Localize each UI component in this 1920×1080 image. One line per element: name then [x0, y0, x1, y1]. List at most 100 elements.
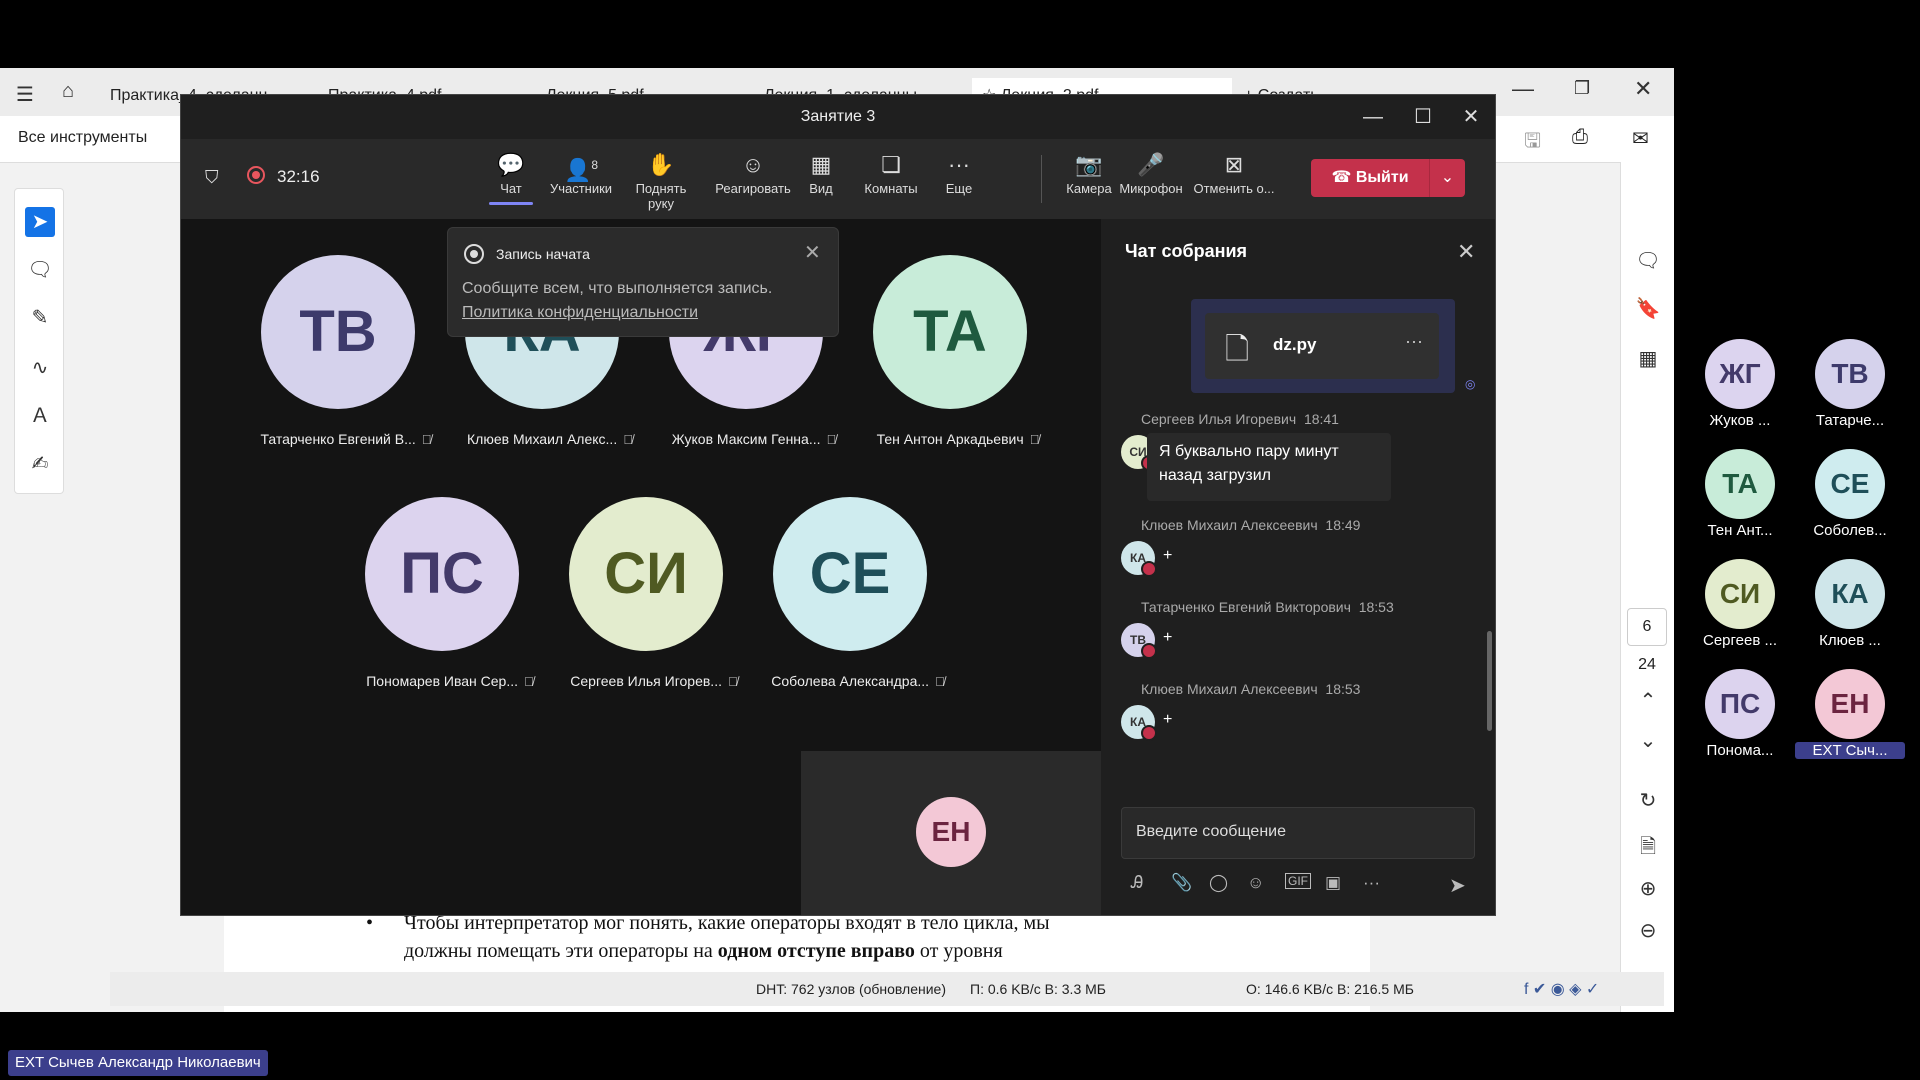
bookmark-icon[interactable]: 🔖 — [1635, 296, 1661, 321]
gallery-avatar[interactable]: ЖГ — [1705, 339, 1775, 409]
meeting-title-bar: Занятие 3 — ☐ ✕ — [181, 95, 1495, 139]
view-button[interactable]: ▦ Вид — [783, 149, 859, 196]
raise-hand-button[interactable]: ✋ Поднять руку — [623, 149, 699, 211]
mic-muted-icon: 🎙̸ — [421, 432, 432, 447]
chevron-down-icon[interactable]: ⌄ — [1430, 159, 1465, 197]
gallery-avatar[interactable]: ТВ — [1815, 339, 1885, 409]
hand-icon: ✋ — [647, 152, 675, 177]
chat-scrollbar[interactable] — [1487, 631, 1492, 731]
maximize-icon[interactable]: ☐ — [1403, 103, 1443, 131]
privacy-policy-link[interactable]: Политика конфиденциальности — [462, 304, 698, 322]
chat-icon: 💬 — [497, 152, 525, 177]
text-tool-icon[interactable]: Ａ — [25, 401, 55, 431]
loop-icon[interactable]: ◯ — [1209, 873, 1228, 893]
participant-avatar: ТА — [873, 255, 1027, 409]
gallery-avatar[interactable]: СЕ — [1815, 449, 1885, 519]
stop-sharing-button[interactable]: ⊠ Отменить о... — [1189, 149, 1279, 196]
participants-count: 8 — [591, 158, 599, 172]
hamburger-menu-icon[interactable]: ☰ — [16, 82, 34, 107]
attach-icon[interactable]: 📎 — [1171, 873, 1192, 893]
social-icons[interactable]: f ✔ ◉ ◈ ✓ — [1524, 979, 1599, 999]
close-icon[interactable]: ✕ — [1451, 103, 1491, 131]
minimize-icon[interactable]: — — [1353, 103, 1393, 131]
format-icon[interactable]: Ꭿ — [1131, 873, 1143, 893]
message-input[interactable]: Введите сообщение — [1121, 807, 1475, 859]
page-up-icon[interactable]: ⌃ — [1635, 688, 1661, 713]
more-button[interactable]: ··· Еще — [921, 149, 997, 196]
rooms-button[interactable]: ❏ Комнаты — [853, 149, 929, 196]
all-tools-button[interactable]: Все инструменты — [18, 129, 147, 147]
select-tool-icon[interactable]: ➤ — [25, 207, 55, 237]
page-down-icon[interactable]: ⌄ — [1635, 728, 1661, 753]
gallery-name: Тен Ант... — [1707, 522, 1773, 539]
close-icon[interactable]: ✕ — [1634, 76, 1652, 102]
meeting-chat-panel: Чат собрания ✕ 🗋 dz.py ··· ◎ Сергеев Иль… — [1101, 219, 1495, 915]
gallery-avatar[interactable]: ПС — [1705, 669, 1775, 739]
gif-icon[interactable]: GIF — [1285, 873, 1311, 889]
participant-name-text: Соболева Александра... — [771, 673, 930, 689]
print-icon[interactable]: ⎙ — [1572, 126, 1588, 149]
gallery-avatar[interactable]: ЕН — [1815, 669, 1885, 739]
mic-muted-icon: 🎙̸ — [524, 674, 534, 689]
react-button[interactable]: ☺ Реагировать — [715, 149, 791, 196]
restore-icon[interactable]: ❐ — [1574, 78, 1590, 99]
thumbnails-icon[interactable]: ▦ — [1635, 346, 1661, 371]
toolbar-label: Комнаты — [864, 181, 918, 196]
more-icon[interactable]: ··· — [1363, 873, 1380, 893]
participant-name: Соболева Александра... 🎙̸ — [753, 673, 963, 689]
chat-button[interactable]: 💬 Чат — [473, 149, 549, 205]
toolbar-label: Чат — [500, 181, 522, 196]
message-input-placeholder: Введите сообщение — [1136, 823, 1286, 840]
rotate-icon[interactable]: ↻ — [1635, 788, 1661, 813]
mic-muted-icon: 🎙̸ — [727, 674, 738, 689]
presenter-name-label: EXT Сычев Александр Николаевич — [8, 1050, 268, 1076]
more-icon[interactable]: ··· — [1405, 331, 1423, 352]
gallery-avatar[interactable]: ТА — [1705, 449, 1775, 519]
message-sender: Клюев Михаил Алексеевич 18:49 — [1141, 517, 1361, 533]
close-chat-icon[interactable]: ✕ — [1457, 239, 1475, 265]
toolbar-label: Камера — [1066, 181, 1112, 196]
microphone-button[interactable]: 🎤 Микрофон — [1113, 149, 1189, 196]
file-message-bubble: 🗋 dz.py ··· — [1191, 299, 1455, 393]
save-icon[interactable]: 🖫 — [1524, 126, 1541, 160]
leave-button[interactable]: ☎ Выйти — [1311, 159, 1429, 197]
page-info-icon[interactable]: 🗎 — [1635, 832, 1661, 866]
toolbar-label: Реагировать — [715, 181, 791, 196]
gallery-avatar[interactable]: СИ — [1705, 559, 1775, 629]
draw-tool-icon[interactable]: ∿ — [25, 353, 55, 383]
highlight-tool-icon[interactable]: ✎ — [25, 303, 55, 333]
meeting-window: Занятие 3 — ☐ ✕ ⛉ 32:16 💬 Чат 👤8 Участники… — [180, 94, 1496, 916]
zoom-in-icon[interactable]: ⊕ — [1635, 876, 1661, 901]
send-icon[interactable]: ➤ — [1449, 873, 1466, 898]
phone-hangup-icon: ☎ — [1331, 169, 1356, 186]
mail-icon[interactable]: ✉ — [1632, 126, 1649, 151]
popup-title: Запись начата — [496, 246, 590, 262]
mic-muted-icon: 🎙̸ — [623, 432, 633, 447]
file-card[interactable]: 🗋 dz.py ··· — [1205, 313, 1439, 379]
participant-name-text: Татарченко Евгений В... — [260, 431, 416, 447]
doc-text: должны помещать эти операторы на — [404, 940, 718, 962]
meeting-timer: 32:16 — [277, 167, 320, 186]
home-icon[interactable]: ⌂ — [62, 80, 74, 103]
toolbar-label: Поднять руку — [635, 181, 687, 211]
zoom-out-icon[interactable]: ⊖ — [1635, 918, 1661, 943]
sticker-icon[interactable]: ▣ — [1325, 873, 1341, 893]
self-avatar: ЕН — [916, 797, 986, 867]
emoji-icon[interactable]: ☺ — [1247, 873, 1264, 893]
self-video-tile: ЕН — [801, 751, 1101, 915]
minimize-icon[interactable]: — — [1512, 76, 1534, 102]
participants-button[interactable]: 👤8 Участники — [543, 149, 619, 196]
status-bar: DHT: 762 узлов (обновление) П: 0.6 KB/c … — [110, 972, 1664, 1006]
sender-avatar: КА — [1121, 541, 1157, 577]
share-stop-icon: ⊠ — [1224, 152, 1244, 177]
message-sender: Клюев Михаил Алексеевич 18:53 — [1141, 681, 1361, 697]
comment-tool-icon[interactable]: 🗨 — [25, 255, 55, 285]
close-icon[interactable]: ✕ — [804, 240, 821, 265]
page-number-input[interactable]: 6 — [1627, 608, 1667, 646]
gallery-avatar[interactable]: КА — [1815, 559, 1885, 629]
dht-status: DHT: 762 узлов (обновление) — [756, 981, 947, 997]
comment-panel-icon[interactable]: 🗨 — [1635, 248, 1661, 273]
seen-icon: ◎ — [1465, 377, 1476, 391]
shield-icon[interactable]: ⛉ — [205, 167, 219, 188]
sign-tool-icon[interactable]: ✍ — [25, 449, 55, 479]
